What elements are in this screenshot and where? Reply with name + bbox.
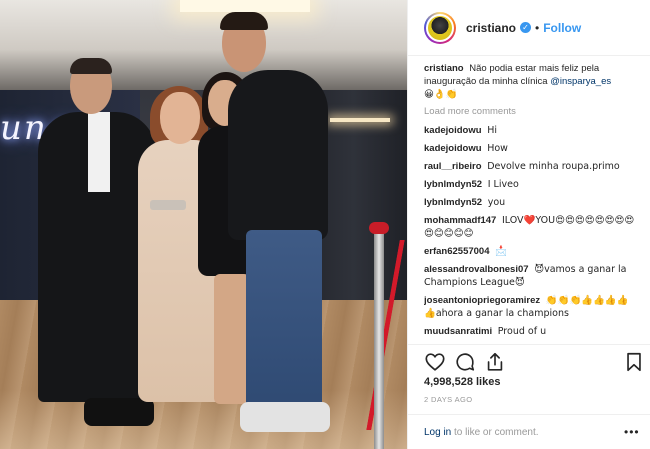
post-photo[interactable]: ungo <box>0 0 407 449</box>
post-caption: cristiano Não podia estar mais feliz pel… <box>424 62 640 101</box>
comment-username[interactable]: raul__ribeiro <box>424 161 482 172</box>
person-3-legs <box>214 274 250 404</box>
comment-item: joseantoniopriegoramirez 👏👏👏👍👍👍👍👍ahora a… <box>424 294 640 320</box>
comment-item: alessandrovalbonesi07 😈vamos a ganar la … <box>424 263 640 289</box>
comment-text: you <box>487 197 506 208</box>
comment-text: How <box>487 143 508 154</box>
avatar-story-ring[interactable] <box>424 11 456 44</box>
comment-text: I Liveo <box>487 179 519 190</box>
person-4-jacket <box>228 70 328 240</box>
person-1-shirt <box>88 112 110 192</box>
comment-item: raul__ribeiro Devolve minha roupa.primo <box>424 160 640 173</box>
heart-icon[interactable] <box>424 351 446 373</box>
comment-item: kadejoidowu Hi <box>424 124 640 137</box>
comment-bubble-icon[interactable] <box>454 351 476 373</box>
comment-username[interactable]: kadejoidowu <box>424 143 482 154</box>
login-prompt: Log in to like or comment. <box>424 427 539 438</box>
comment-text: 📩 <box>495 246 507 257</box>
likes-count[interactable]: 4,998,528 likes <box>424 376 500 388</box>
comment-username[interactable]: kadejoidowu <box>424 125 482 136</box>
post-side-panel: cristiano ✓ • Follow cristiano Não podia… <box>407 0 650 449</box>
post-header: cristiano ✓ • Follow <box>408 0 650 56</box>
comments-list[interactable]: cristiano Não podia estar mais feliz pel… <box>424 62 640 344</box>
login-link[interactable]: Log in <box>424 427 451 438</box>
comment-item: lybnlmdyn52 you <box>424 196 640 209</box>
comment-username[interactable]: lybnlmdyn52 <box>424 197 482 208</box>
comment-item: erfan62557004 📩 <box>424 245 640 258</box>
comment-text: Proud of u <box>497 326 547 337</box>
header-separator: • <box>535 20 540 35</box>
avatar[interactable] <box>426 13 454 42</box>
bookmark-icon[interactable] <box>623 351 645 373</box>
login-prompt-text: to like or comment. <box>454 427 539 438</box>
rope-stanchion-top <box>369 222 389 234</box>
caption-emojis: 😀👌👏 <box>424 89 458 100</box>
load-more-comments-button[interactable]: Load more comments <box>424 106 640 117</box>
person-2-clutch <box>150 200 186 210</box>
comment-username[interactable]: mohammadf147 <box>424 215 496 226</box>
caption-mention-link[interactable]: @insparya_es <box>550 76 611 87</box>
person-2-head <box>160 92 200 144</box>
comment-username[interactable]: alessandrovalbonesi07 <box>424 264 529 275</box>
comment-item: muudsanratimi Proud of u <box>424 325 640 338</box>
verified-badge-icon: ✓ <box>520 22 532 33</box>
post-footer: Log in to like or comment. ••• <box>408 414 650 449</box>
header-username[interactable]: cristiano <box>466 21 516 35</box>
follow-button[interactable]: Follow <box>543 21 581 35</box>
share-icon[interactable] <box>484 351 506 373</box>
caption-username[interactable]: cristiano <box>424 63 464 74</box>
comment-item: lybnlmdyn52 I Liveo <box>424 178 640 191</box>
person-4-shoes <box>240 402 330 432</box>
person-1-hair <box>70 58 112 74</box>
comment-text: Hi <box>487 125 497 136</box>
person-4-hair <box>220 12 268 30</box>
post-actions-bar <box>408 344 650 374</box>
person-1-shoes <box>84 398 154 426</box>
photo-ceiling-light <box>180 0 310 12</box>
comment-text: Devolve minha roupa.primo <box>487 161 620 172</box>
comment-username[interactable]: erfan62557004 <box>424 246 490 257</box>
photo-shelf-light <box>330 118 390 122</box>
post-timestamp: 2 DAYS AGO <box>424 395 473 404</box>
comment-username[interactable]: lybnlmdyn52 <box>424 179 482 190</box>
comment-username[interactable]: muudsanratimi <box>424 326 492 337</box>
comment-item: mohammadf147 ILOV❤️YOU😍😍😍😍😍😍😍😍😍😊😊😊😊 <box>424 214 640 240</box>
photo-ceiling <box>0 0 407 90</box>
rope-stanchion <box>374 226 384 449</box>
comment-item: kadejoidowu How <box>424 142 640 155</box>
comment-username[interactable]: joseantoniopriegoramirez <box>424 295 540 306</box>
more-options-icon[interactable]: ••• <box>624 425 640 439</box>
